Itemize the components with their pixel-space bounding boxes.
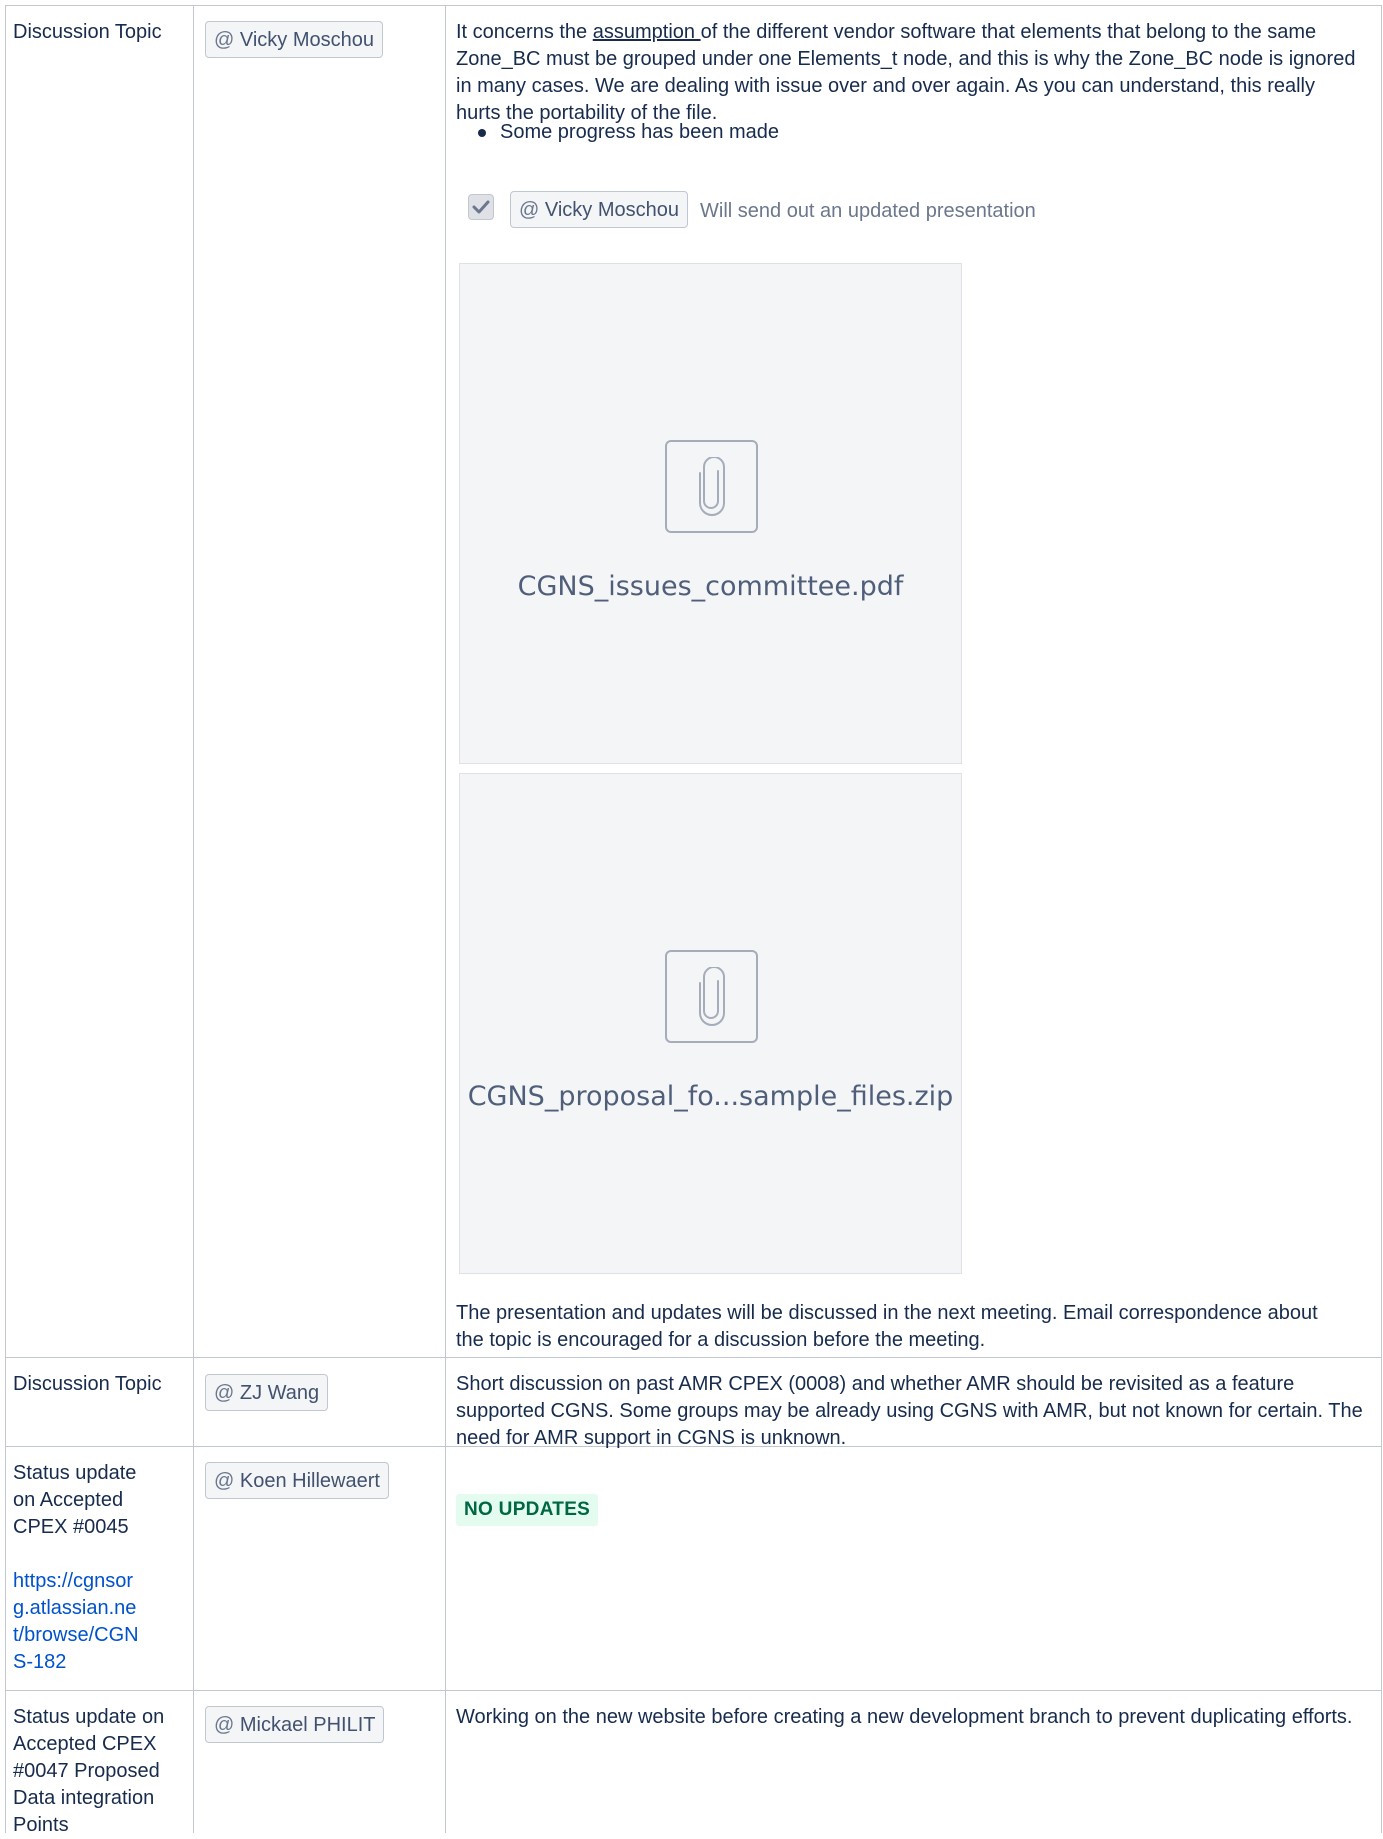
description-underlined: assumption — [592, 21, 701, 43]
mention-at-sign: @ — [214, 1382, 235, 1404]
paperclip-glyph — [698, 966, 725, 1026]
mention-at-sign: @ — [214, 29, 235, 51]
row-topic: Discussion Topic — [13, 1373, 162, 1395]
list-item: Some progress has been made — [478, 121, 779, 144]
mention-name: Koen Hillewaert — [239, 1470, 380, 1492]
attachment-filename: CGNS_proposal_fo...sample_files.zip — [467, 1081, 954, 1112]
user-mention[interactable]: @ Mickael PHILIT — [205, 1706, 385, 1743]
attachment-card[interactable]: CGNS_proposal_fo...sample_files.zip — [459, 773, 962, 1274]
row-border-4 — [5, 1690, 1382, 1691]
attachment-card[interactable]: CGNS_issues_committee.pdf — [459, 263, 962, 764]
mention-name: Vicky Moschou — [239, 29, 375, 51]
mention-at-sign: @ — [214, 1714, 235, 1736]
user-mention[interactable]: @ Koen Hillewaert — [205, 1462, 389, 1499]
column-divider-2 — [445, 5, 446, 1833]
paperclip-icon — [665, 440, 758, 533]
row-closing-text: The presentation and updates will be dis… — [456, 1302, 1318, 1351]
row-topic: Discussion Topic — [13, 21, 162, 43]
checkmark-icon — [472, 200, 490, 214]
paperclip-glyph — [698, 456, 725, 516]
task-text: Will send out an updated presentation — [700, 200, 1036, 222]
mention-name: ZJ Wang — [239, 1382, 320, 1404]
row-description: Short discussion on past AMR CPEX (0008)… — [456, 1373, 1363, 1449]
jira-link[interactable]: https://cgnsorg.atlassian.net/browse/CGN… — [13, 1568, 143, 1676]
row-description: Working on the new website before creati… — [456, 1706, 1353, 1728]
paperclip-icon — [665, 950, 758, 1043]
table-right-border — [1381, 5, 1382, 1833]
table-left-border — [5, 5, 6, 1833]
mention-at-sign: @ — [519, 199, 540, 221]
row-border-top — [5, 5, 1382, 6]
user-mention[interactable]: @ ZJ Wang — [205, 1374, 329, 1411]
bullet-text: Some progress has been made — [500, 121, 780, 143]
bullet-dot — [478, 128, 486, 137]
description-text: It concerns the — [456, 21, 593, 43]
attachment-filename: CGNS_issues_committee.pdf — [517, 571, 904, 602]
mention-name: Mickael PHILIT — [239, 1714, 376, 1736]
column-divider-1 — [193, 5, 194, 1833]
mention-name: Vicky Moschou — [544, 199, 680, 221]
task-checkbox[interactable] — [468, 194, 494, 220]
mention-at-sign: @ — [214, 1470, 235, 1492]
row-border-2 — [5, 1357, 1382, 1358]
row-topic: Status update on Accepted CPEX #0047 Pro… — [13, 1706, 165, 1836]
row-description: It concerns the assumption of the differ… — [456, 19, 1356, 127]
row-topic: Status update on Accepted CPEX #0045 — [13, 1462, 137, 1538]
user-mention[interactable]: @ Vicky Moschou — [205, 21, 384, 58]
status-badge: NO UPDATES — [456, 1494, 599, 1526]
task-user-mention[interactable]: @ Vicky Moschou — [510, 191, 689, 228]
